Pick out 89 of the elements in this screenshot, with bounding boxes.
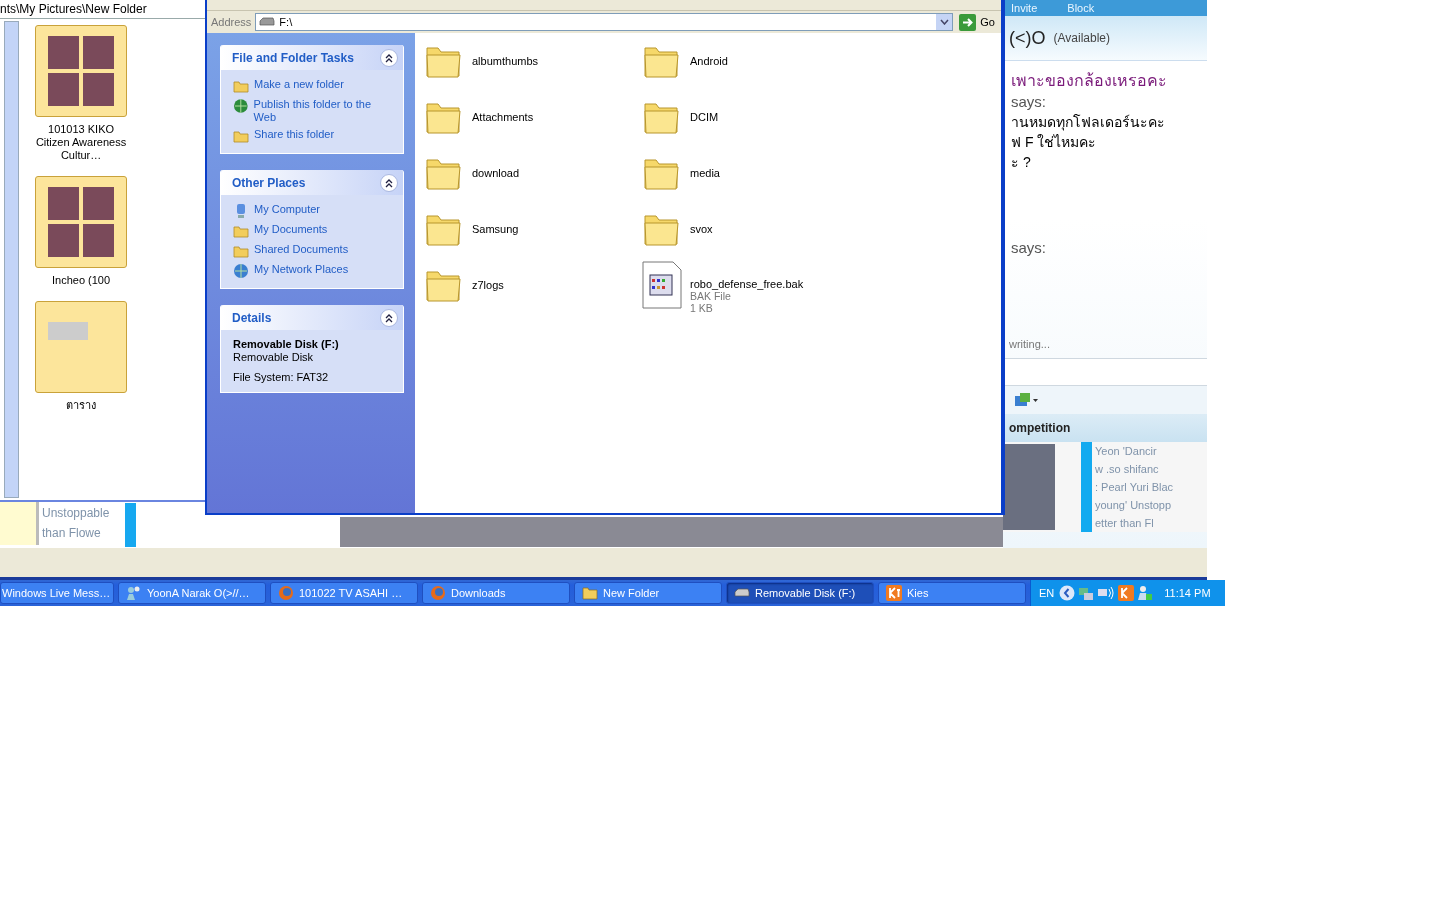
window-path: nts\My Pictures\New Folder xyxy=(0,0,205,19)
task-link[interactable]: My Documents xyxy=(254,223,328,236)
people-icon xyxy=(126,585,142,601)
folder-icon xyxy=(233,243,249,259)
contact-status: (Available) xyxy=(1053,31,1110,45)
taskbar-button[interactable]: Kies xyxy=(878,582,1026,604)
speaker-icon[interactable] xyxy=(1097,585,1116,601)
ad-text: Yeon 'Dancir xyxy=(1095,444,1158,459)
chat-line: says: xyxy=(1011,92,1047,112)
task-link[interactable]: Publish this folder to the Web xyxy=(253,98,393,124)
folder-name[interactable]: albumthumbs xyxy=(472,55,539,67)
folder-name[interactable]: Incheo (100 xyxy=(52,274,111,287)
ad-text: young' Unstopp xyxy=(1095,498,1173,513)
folder-name[interactable]: Samsung xyxy=(472,223,519,235)
folder-name[interactable]: Android xyxy=(690,55,728,67)
app-icon xyxy=(886,585,902,601)
details-text: Removable Disk xyxy=(233,351,315,363)
photo-folder-thumbnail[interactable] xyxy=(35,176,128,268)
taskbar-button[interactable]: New Folder xyxy=(574,582,722,604)
globe-icon xyxy=(233,98,249,114)
chat-line: านหมดทุกโฟลเดอร์นะคะ xyxy=(1011,113,1166,132)
file-size: 1 KB xyxy=(690,302,714,314)
picture-icon[interactable] xyxy=(1015,393,1039,407)
address-field[interactable]: F:\ xyxy=(255,13,954,31)
document-icon[interactable] xyxy=(642,261,682,309)
details-name: Removable Disk (F:) xyxy=(233,338,340,350)
chat-line: ะ ? xyxy=(1011,153,1032,172)
ad-text: than Flowe xyxy=(42,525,102,542)
task-link[interactable]: Make a new folder xyxy=(254,78,344,91)
taskbar-button[interactable]: Downloads xyxy=(422,582,570,604)
folder-name[interactable]: Attachments xyxy=(472,111,534,123)
task-link[interactable]: My Computer xyxy=(254,203,321,216)
folder-icon xyxy=(233,223,249,239)
file-type: BAK File xyxy=(690,290,732,302)
note-background xyxy=(0,502,39,545)
collapse-icon[interactable] xyxy=(380,173,398,192)
task-link[interactable]: Share this folder xyxy=(254,128,335,141)
folder-thumbnail[interactable] xyxy=(35,301,128,393)
ad-text: etter than Fl xyxy=(1095,516,1155,531)
folder-name[interactable]: ตาราง xyxy=(66,399,97,412)
chat-line: ฟ F ใช่ไหมคะ xyxy=(1011,133,1098,152)
typing-status: writing... xyxy=(1008,338,1051,350)
chat-line: says: xyxy=(1011,238,1047,258)
app-icon[interactable] xyxy=(1118,585,1135,601)
taskbar-button[interactable]: Removable Disk (F:) xyxy=(726,582,874,604)
contact-name: (<)O xyxy=(1009,27,1046,49)
chat-line: เพาะของกล้องเหรอคะ xyxy=(1011,71,1168,91)
panel-header[interactable]: Other Places xyxy=(221,170,403,195)
folder-name[interactable]: media xyxy=(690,167,720,179)
clock: 11:14 PM xyxy=(1164,587,1211,599)
accent-bar xyxy=(125,503,136,547)
drive-icon xyxy=(259,17,276,27)
folder-icon xyxy=(233,78,249,94)
globe-icon xyxy=(233,263,249,279)
collapse-icon[interactable] xyxy=(380,48,398,67)
network-icon[interactable] xyxy=(1078,585,1095,601)
task-link[interactable]: My Network Places xyxy=(254,263,349,276)
taskbar-button[interactable]: 101022 TV ASAHI … xyxy=(270,582,418,604)
chevron-icon[interactable] xyxy=(1059,585,1076,601)
folder-icon xyxy=(233,128,249,144)
ad-text: Unstoppable xyxy=(42,505,110,522)
ad-title: ompetition xyxy=(1003,414,1207,442)
folder-icon xyxy=(582,586,598,600)
folder-name[interactable]: DCIM xyxy=(690,111,719,123)
taskbar-button[interactable]: YoonA Narak O(>//… xyxy=(118,582,266,604)
globe-icon xyxy=(430,585,446,601)
dropdown-icon[interactable] xyxy=(936,14,953,30)
collapse-icon[interactable] xyxy=(380,308,398,327)
folder-name[interactable]: download xyxy=(472,167,520,179)
task-link[interactable]: Shared Documents xyxy=(254,243,349,256)
folder-name[interactable]: 101013 KIKO Citizen Awareness Cultur… xyxy=(31,123,132,162)
ad-text: w .so shifanc xyxy=(1095,462,1160,477)
taskbar-button[interactable]: Windows Live Mess… xyxy=(0,582,114,604)
globe-icon xyxy=(278,585,294,601)
go-button[interactable]: Go xyxy=(957,13,1001,31)
message-input[interactable] xyxy=(1003,358,1207,386)
scrollbar[interactable] xyxy=(4,21,20,498)
language-indicator[interactable]: EN xyxy=(1039,587,1055,599)
panel-header[interactable]: File and Folder Tasks xyxy=(221,45,403,70)
drive-icon xyxy=(734,588,750,598)
folder-name[interactable]: svox xyxy=(690,223,713,235)
person-icon[interactable] xyxy=(1137,585,1154,601)
file-name[interactable]: robo_defense_free.bak xyxy=(690,278,804,290)
folder-name[interactable]: z7logs xyxy=(472,279,504,291)
address-label: Address xyxy=(211,16,252,28)
panel-header[interactable]: Details xyxy=(221,305,403,330)
details-text: File System: FAT32 xyxy=(233,371,330,383)
ad-text: : Pearl Yuri Blac xyxy=(1095,480,1175,495)
photo-folder-thumbnail[interactable] xyxy=(35,25,128,117)
